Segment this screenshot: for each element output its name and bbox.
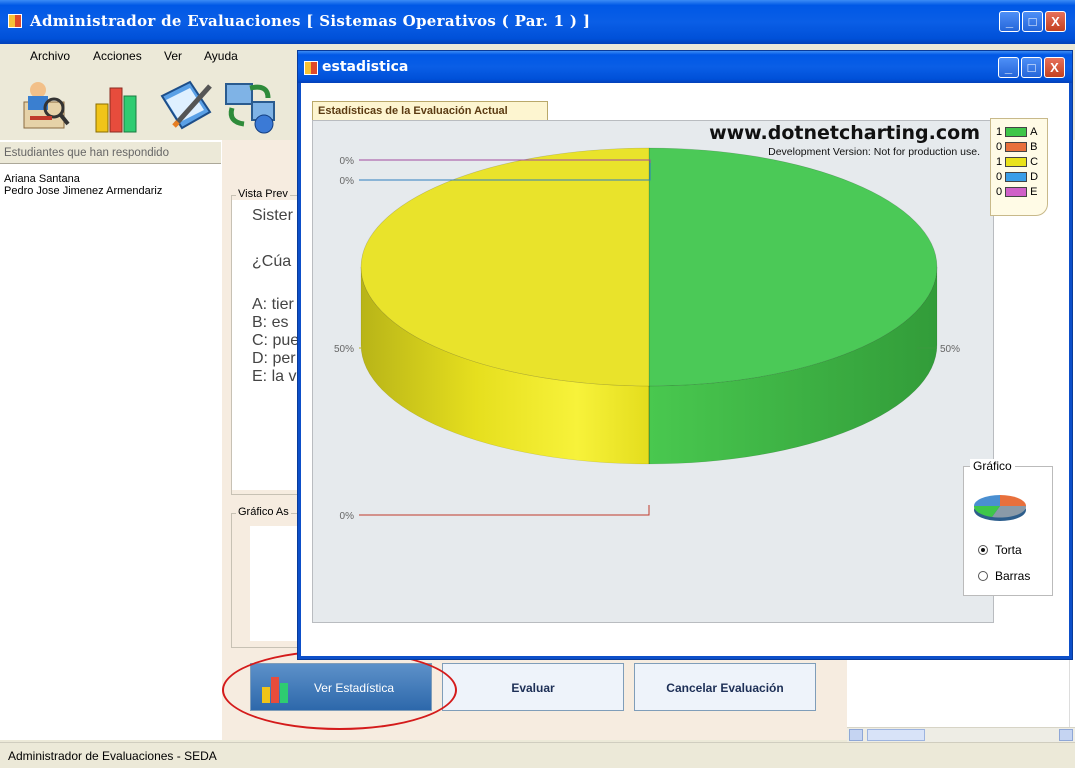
legend-swatch xyxy=(1005,187,1028,198)
legend-item-D: 0D xyxy=(996,171,1038,185)
torta-radio[interactable] xyxy=(978,545,988,555)
watermark-title: www.dotnetcharting.com xyxy=(709,122,980,144)
pie-chart-icon xyxy=(973,495,1027,521)
legend-swatch xyxy=(1005,142,1028,153)
status-text: Administrador de Evaluaciones - SEDA xyxy=(8,749,217,763)
chart-preview-content xyxy=(250,526,300,641)
barras-radio[interactable] xyxy=(978,571,988,581)
menu-bar: Archivo Acciones Ver Ayuda xyxy=(0,44,300,68)
legend-value: 1 xyxy=(996,156,1003,168)
network-globe-icon[interactable] xyxy=(222,78,284,134)
menu-acciones[interactable]: Acciones xyxy=(93,49,142,63)
dialog-close-button[interactable]: X xyxy=(1044,57,1065,78)
pie-label-C: 50% xyxy=(334,344,354,355)
students-search-icon[interactable] xyxy=(20,76,72,132)
bar-chart-icon[interactable] xyxy=(92,78,140,134)
dialog-app-icon xyxy=(304,61,318,75)
pie-label-E: 0% xyxy=(340,156,355,167)
cancelar-evaluacion-button[interactable]: Cancelar Evaluación xyxy=(634,663,816,711)
preview-line: B: es xyxy=(252,314,289,331)
legend-swatch xyxy=(1005,172,1028,183)
legend-swatch xyxy=(1005,157,1028,168)
pie-leader-line-B xyxy=(359,505,650,516)
dialog-title: estadistica xyxy=(322,59,409,75)
legend-value: 0 xyxy=(996,141,1003,153)
legend-item-E: 0E xyxy=(996,186,1037,200)
pie-label-A: 50% xyxy=(940,344,960,355)
watermark-subtitle: Development Version: Not for production … xyxy=(768,146,980,158)
preview-line: D: per xyxy=(252,350,296,367)
student-item[interactable]: Ariana Santana xyxy=(4,173,80,185)
pie-label-D: 0% xyxy=(340,176,355,187)
preview-group-title: Vista Prev xyxy=(236,188,290,200)
dialog-title-bar[interactable]: estadistica _ □ X xyxy=(298,51,1072,83)
chart-preview-group-title: Gráfico As xyxy=(236,506,291,518)
legend-value: 0 xyxy=(996,186,1003,198)
preview-line: Sister xyxy=(252,207,293,224)
preview-line: A: tier xyxy=(252,296,294,313)
students-panel-header: Estudiantes que han respondido xyxy=(0,142,221,164)
student-item[interactable]: Pedro Jose Jimenez Armendariz xyxy=(4,185,162,197)
legend-item-A: 1A xyxy=(996,126,1037,140)
minimize-button[interactable]: _ xyxy=(999,11,1020,32)
graph-type-title: Gráfico xyxy=(970,459,1015,473)
legend-item-B: 0B xyxy=(996,141,1037,155)
preview-line: E: la v xyxy=(252,368,297,385)
legend-label: A xyxy=(1030,126,1038,138)
pie-chart: 50% 0% 50% 0% 0% xyxy=(334,147,960,522)
scroll-thumb[interactable] xyxy=(867,729,925,741)
preview-line: C: pue xyxy=(252,332,300,349)
evaluar-button[interactable]: Evaluar xyxy=(442,663,624,711)
legend-value: 0 xyxy=(996,171,1003,183)
legend-label: C xyxy=(1030,156,1039,168)
legend-label: D xyxy=(1030,171,1039,183)
menu-archivo[interactable]: Archivo xyxy=(30,49,70,63)
scroll-left-icon[interactable] xyxy=(849,729,863,741)
pie-label-B: 0% xyxy=(340,511,355,522)
main-window-title: Administrador de Evaluaciones [ Sistemas… xyxy=(30,12,591,30)
dialog-maximize-button[interactable]: □ xyxy=(1021,57,1042,78)
highlight-ellipse xyxy=(222,650,457,730)
status-bar: Administrador de Evaluaciones - SEDA xyxy=(0,742,1075,768)
legend-swatch xyxy=(1005,127,1028,138)
barras-label[interactable]: Barras xyxy=(995,569,1030,583)
legend-label: E xyxy=(1030,186,1038,198)
maximize-button[interactable]: □ xyxy=(1022,11,1043,32)
menu-ver[interactable]: Ver xyxy=(164,49,182,63)
horizontal-scrollbar[interactable] xyxy=(847,727,1075,742)
torta-label[interactable]: Torta xyxy=(995,543,1022,557)
legend-label: B xyxy=(1030,141,1038,153)
scroll-right-icon[interactable] xyxy=(1059,729,1073,741)
app-icon xyxy=(8,14,22,28)
dialog-minimize-button[interactable]: _ xyxy=(998,57,1019,78)
legend-value: 1 xyxy=(996,126,1003,138)
main-title-bar[interactable]: Administrador de Evaluaciones [ Sistemas… xyxy=(0,0,1075,44)
close-button[interactable]: X xyxy=(1045,11,1066,32)
book-pen-icon[interactable] xyxy=(156,76,214,134)
preview-line: ¿Cúa xyxy=(252,253,292,270)
menu-ayuda[interactable]: Ayuda xyxy=(204,49,238,63)
students-panel xyxy=(0,140,222,740)
legend-item-C: 1C xyxy=(996,156,1038,170)
chart-tab: Estadísticas de la Evaluación Actual xyxy=(312,101,548,121)
